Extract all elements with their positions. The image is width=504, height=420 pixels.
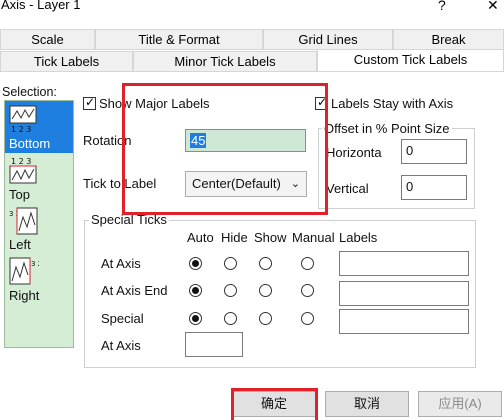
at-axis-hide-radio[interactable]	[224, 257, 237, 270]
bottom-axis-icon: 1 2 3	[9, 105, 37, 133]
tab-minor-tick-labels[interactable]: Minor Tick Labels	[133, 51, 317, 72]
special-manual-radio[interactable]	[301, 312, 314, 325]
row-label-special: Special	[101, 311, 144, 326]
horizontal-offset-input[interactable]: 0	[401, 139, 467, 164]
window-title: Axis - Layer 1	[1, 0, 81, 12]
selection-item-left[interactable]: 3 2 1 Left	[5, 205, 73, 253]
column-show: Show	[254, 230, 287, 245]
at-axis-field-label: At Axis	[101, 338, 141, 353]
at-axis-end-hide-radio[interactable]	[224, 284, 237, 297]
at-axis-end-labels-input[interactable]	[339, 281, 469, 306]
column-hide: Hide	[221, 230, 248, 245]
horizontal-offset-value: 0	[406, 143, 414, 158]
apply-button[interactable]: 应用(A)	[418, 391, 502, 417]
selection-label: Selection:	[2, 85, 57, 99]
highlight-ok-right	[315, 388, 318, 420]
at-axis-value-input[interactable]	[185, 332, 243, 357]
cancel-button-label: 取消	[353, 396, 380, 411]
tab-grid-lines[interactable]: Grid Lines	[263, 29, 393, 50]
special-auto-radio[interactable]	[189, 312, 202, 325]
apply-button-label: 应用(A)	[438, 396, 482, 411]
special-hide-radio[interactable]	[224, 312, 237, 325]
tab-title-format[interactable]: Title & Format	[95, 29, 263, 50]
selection-item-bottom[interactable]: 1 2 3 Bottom	[5, 101, 73, 153]
selection-caption: Bottom	[9, 136, 51, 151]
row-label-at-axis-end: At Axis End	[101, 283, 168, 298]
at-axis-end-manual-radio[interactable]	[301, 284, 314, 297]
left-axis-icon: 3 2 1	[9, 207, 38, 235]
column-manual: Manual	[292, 230, 335, 245]
column-auto: Auto	[187, 230, 214, 245]
labels-stay-with-axis-label: Labels Stay with Axis	[331, 96, 454, 111]
selection-item-right[interactable]: 3 2 1 Right	[5, 255, 73, 305]
cancel-button[interactable]: 取消	[325, 391, 409, 417]
at-axis-manual-radio[interactable]	[301, 257, 314, 270]
tab-scale[interactable]: Scale	[0, 29, 95, 50]
close-button[interactable]: ✕	[487, 0, 499, 14]
selection-caption: Left	[9, 237, 31, 252]
column-labels: Labels	[339, 230, 378, 245]
tab-label: Scale	[31, 32, 64, 47]
row-label-at-axis: At Axis	[101, 256, 141, 271]
tab-label: Grid Lines	[298, 32, 358, 47]
special-show-radio[interactable]	[259, 312, 272, 325]
highlight-ok-left	[231, 388, 234, 420]
vertical-offset-value: 0	[406, 179, 414, 194]
offset-title: Offset in % Point Size	[322, 121, 452, 136]
highlight-box-rotation	[122, 83, 328, 215]
ok-button-label: 确定	[260, 396, 287, 411]
tab-label: Tick Labels	[33, 54, 100, 69]
at-axis-labels-input[interactable]	[339, 251, 469, 276]
at-axis-auto-radio[interactable]	[189, 257, 202, 270]
tab-label: Custom Tick Labels	[353, 52, 468, 67]
show-major-labels-checkbox[interactable]: ✓	[83, 95, 96, 110]
right-axis-icon: 3 2 1	[9, 257, 39, 285]
icon-label: 3 2 1	[31, 260, 39, 268]
icon-label: 1 2 3	[11, 157, 31, 166]
at-axis-end-show-radio[interactable]	[259, 284, 272, 297]
vertical-offset-input[interactable]: 0	[401, 175, 467, 200]
icon-label: 1 2 3	[11, 125, 31, 133]
tab-tick-labels[interactable]: Tick Labels	[0, 51, 133, 72]
selection-item-top[interactable]: 1 2 3 Top	[5, 155, 73, 203]
tab-label: Break	[431, 32, 466, 47]
tab-label: Title & Format	[138, 32, 220, 47]
at-axis-show-radio[interactable]	[259, 257, 272, 270]
check-icon: ✓	[85, 95, 96, 109]
tab-break[interactable]: Break	[393, 29, 504, 50]
help-button[interactable]: ?	[438, 0, 446, 13]
top-axis-icon: 1 2 3	[9, 157, 37, 184]
vertical-label: Vertical	[326, 181, 369, 196]
selection-caption: Top	[9, 187, 30, 202]
selection-list[interactable]: 1 2 3 Bottom 1 2 3 Top 3 2 1 Left 3 2 1 …	[4, 100, 74, 348]
tab-custom-tick-labels[interactable]: Custom Tick Labels	[317, 49, 504, 72]
at-axis-end-auto-radio[interactable]	[189, 284, 202, 297]
horizontal-label: Horizonta	[326, 145, 382, 160]
ok-button[interactable]: 确定	[232, 391, 316, 417]
special-labels-input[interactable]	[339, 309, 469, 334]
tab-label: Minor Tick Labels	[174, 54, 276, 69]
highlight-ok-top	[231, 388, 318, 391]
selection-caption: Right	[9, 288, 40, 303]
